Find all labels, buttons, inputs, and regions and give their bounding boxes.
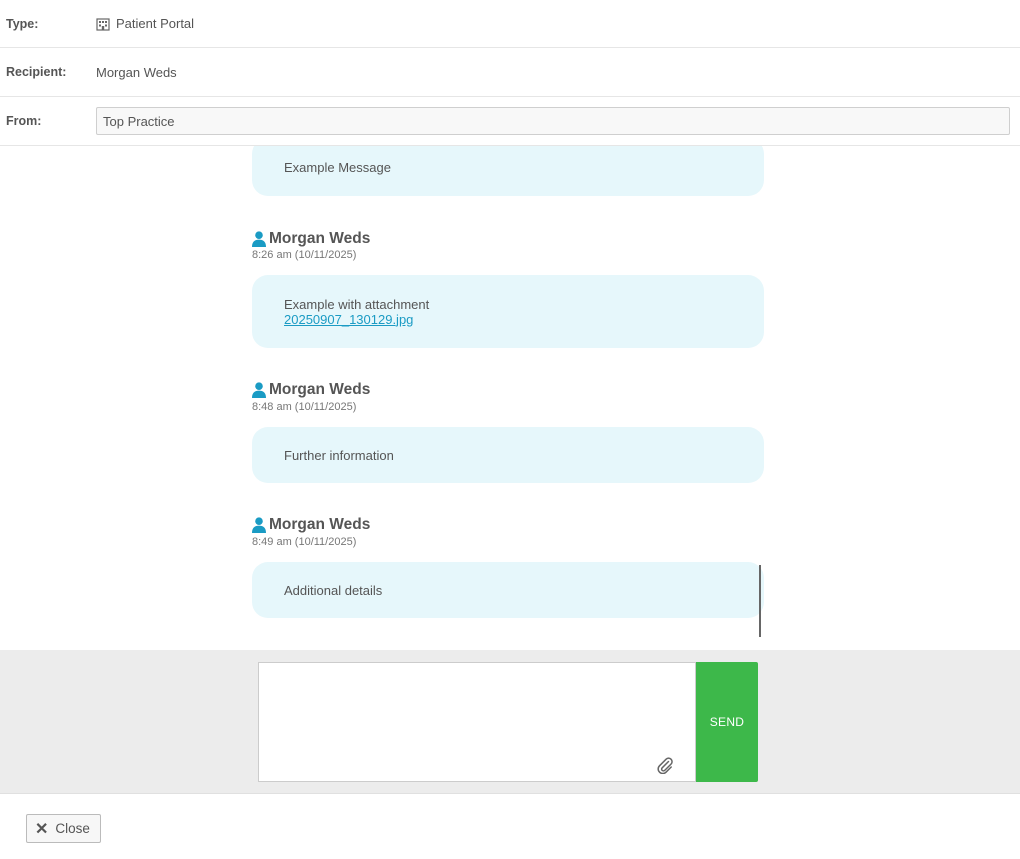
message-sender: Morgan Weds bbox=[252, 230, 370, 248]
sender-name: Morgan Weds bbox=[269, 516, 371, 533]
user-icon bbox=[252, 517, 266, 533]
recipient-label: Recipient: bbox=[6, 65, 67, 79]
close-button[interactable]: ✕ Close bbox=[26, 814, 101, 843]
message-text: Example with attachment bbox=[284, 296, 430, 312]
message-sender: Morgan Weds bbox=[252, 516, 370, 534]
message-bubble: Additional details bbox=[252, 562, 764, 618]
message-bubble: Example Message bbox=[252, 146, 764, 196]
message-timestamp: 8:48 am (10/11/2025) bbox=[252, 401, 357, 413]
compose-area: SEND bbox=[0, 650, 1020, 793]
text-cursor bbox=[759, 565, 761, 637]
message-text: Additional details bbox=[284, 582, 383, 598]
message-text: Further information bbox=[284, 447, 394, 463]
user-icon bbox=[252, 231, 266, 247]
paperclip-icon[interactable] bbox=[657, 756, 673, 774]
from-row: From: bbox=[0, 97, 1020, 146]
type-value: Patient Portal bbox=[96, 16, 194, 31]
message-sender: Morgan Weds bbox=[252, 381, 370, 399]
message-bubble: Further information bbox=[252, 427, 764, 483]
type-value-text: Patient Portal bbox=[116, 16, 195, 31]
message-bubble: Example with attachment 20250907_130129.… bbox=[252, 275, 764, 348]
send-button[interactable]: SEND bbox=[696, 662, 758, 782]
building-icon bbox=[96, 17, 110, 31]
close-label: Close bbox=[55, 821, 90, 836]
dialog-footer: ✕ Close bbox=[0, 793, 1020, 859]
message-input[interactable] bbox=[258, 662, 696, 782]
type-label: Type: bbox=[6, 16, 39, 31]
sender-name: Morgan Weds bbox=[269, 381, 371, 398]
attachment-link[interactable]: 20250907_130129.jpg bbox=[284, 312, 732, 327]
sender-name: Morgan Weds bbox=[269, 230, 371, 247]
close-icon: ✕ bbox=[35, 820, 49, 838]
recipient-row: Recipient: Morgan Weds bbox=[0, 48, 1020, 97]
message-timestamp: 8:26 am (10/11/2025) bbox=[252, 249, 357, 261]
user-icon bbox=[252, 382, 266, 398]
message-text: Example Message bbox=[284, 159, 391, 175]
type-row: Type: Patient Portal bbox=[0, 0, 1020, 48]
recipient-value: Morgan Weds bbox=[96, 64, 177, 80]
message-timestamp: 8:49 am (10/11/2025) bbox=[252, 536, 357, 548]
message-thread[interactable]: Example Message Morgan Weds 8:26 am (10/… bbox=[0, 146, 1020, 650]
from-label: From: bbox=[6, 114, 42, 128]
from-field[interactable] bbox=[96, 107, 1010, 135]
